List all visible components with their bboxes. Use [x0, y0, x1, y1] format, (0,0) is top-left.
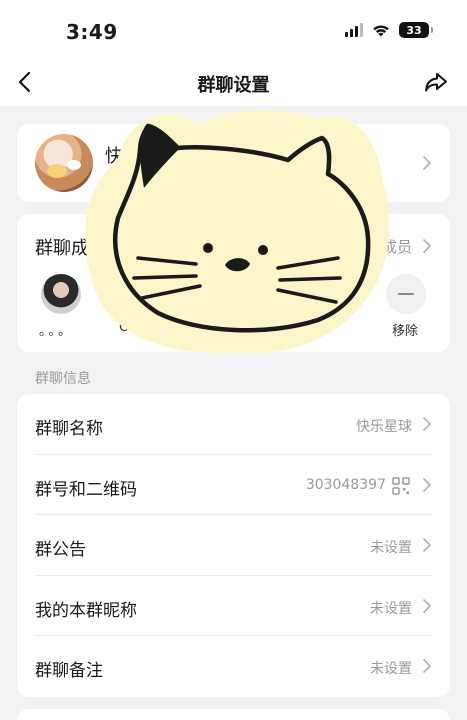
status-bar: 3:49 33 — [0, 0, 467, 58]
group-avatar — [35, 134, 93, 192]
status-time: 3:49 — [66, 20, 118, 44]
page-title: 群聊设置 — [197, 75, 270, 96]
row-label: 群公告 — [35, 540, 86, 561]
chevron-right-icon — [423, 538, 431, 552]
row-label: 我的本群昵称 — [35, 600, 137, 621]
remove-member-button[interactable] — [386, 274, 426, 314]
group-info-card: 群聊名称 快乐星球 群号和二维码 303048397 群公告 未设置 我的本群昵… — [17, 394, 450, 697]
row-value: 未设置 — [370, 540, 412, 557]
wifi-icon — [373, 24, 389, 36]
share-icon[interactable] — [423, 70, 449, 94]
row-label: 群聊备注 — [35, 661, 103, 682]
group-profile-card[interactable]: 快 在 — [17, 124, 450, 202]
battery-icon: 33 — [399, 22, 433, 38]
row-label: 群号和二维码 — [35, 479, 137, 500]
group-name: 快 — [105, 146, 123, 167]
minus-icon — [398, 293, 414, 295]
row-value: 快乐星球 — [356, 419, 412, 435]
member-name: 。。。 — [39, 324, 75, 339]
chevron-right-icon — [423, 417, 431, 431]
qr-code-icon — [392, 476, 410, 495]
remove-member-label: 移除 — [392, 324, 419, 339]
nav-bar: 群聊设置 — [0, 58, 467, 106]
status-icons: 33 — [345, 22, 433, 38]
chevron-right-icon — [423, 659, 431, 674]
group-announcement-row[interactable]: 群公告 未设置 — [17, 515, 450, 576]
group-remark-row[interactable]: 群聊备注 未设置 — [17, 636, 450, 697]
chevron-right-icon[interactable] — [422, 238, 432, 254]
next-card — [17, 709, 450, 720]
row-value: 未设置 — [370, 600, 412, 617]
members-title: 群聊成 — [35, 238, 89, 259]
cellular-signal-icon — [345, 23, 363, 37]
group-members-card: 群聊成 群成员 。。。 C 移除 — [17, 214, 450, 352]
chevron-right-icon — [423, 156, 431, 170]
chevron-right-icon — [423, 598, 431, 613]
row-label: 群聊名称 — [35, 419, 103, 439]
member-name: C — [119, 320, 129, 335]
members-count-link[interactable]: 群成员 — [367, 236, 412, 257]
member-avatar[interactable] — [41, 274, 81, 314]
group-id-qr-row[interactable]: 群号和二维码 303048397 — [17, 455, 450, 516]
group-name-row[interactable]: 群聊名称 快乐星球 — [17, 394, 450, 455]
battery-level: 33 — [406, 23, 422, 37]
my-nickname-row[interactable]: 我的本群昵称 未设置 — [17, 576, 450, 637]
row-value: 未设置 — [370, 661, 412, 678]
row-value: 303048397 — [305, 476, 386, 493]
section-label: 群聊信息 — [35, 371, 91, 387]
group-subtitle: 在 — [105, 171, 119, 187]
chevron-right-icon — [423, 477, 431, 492]
